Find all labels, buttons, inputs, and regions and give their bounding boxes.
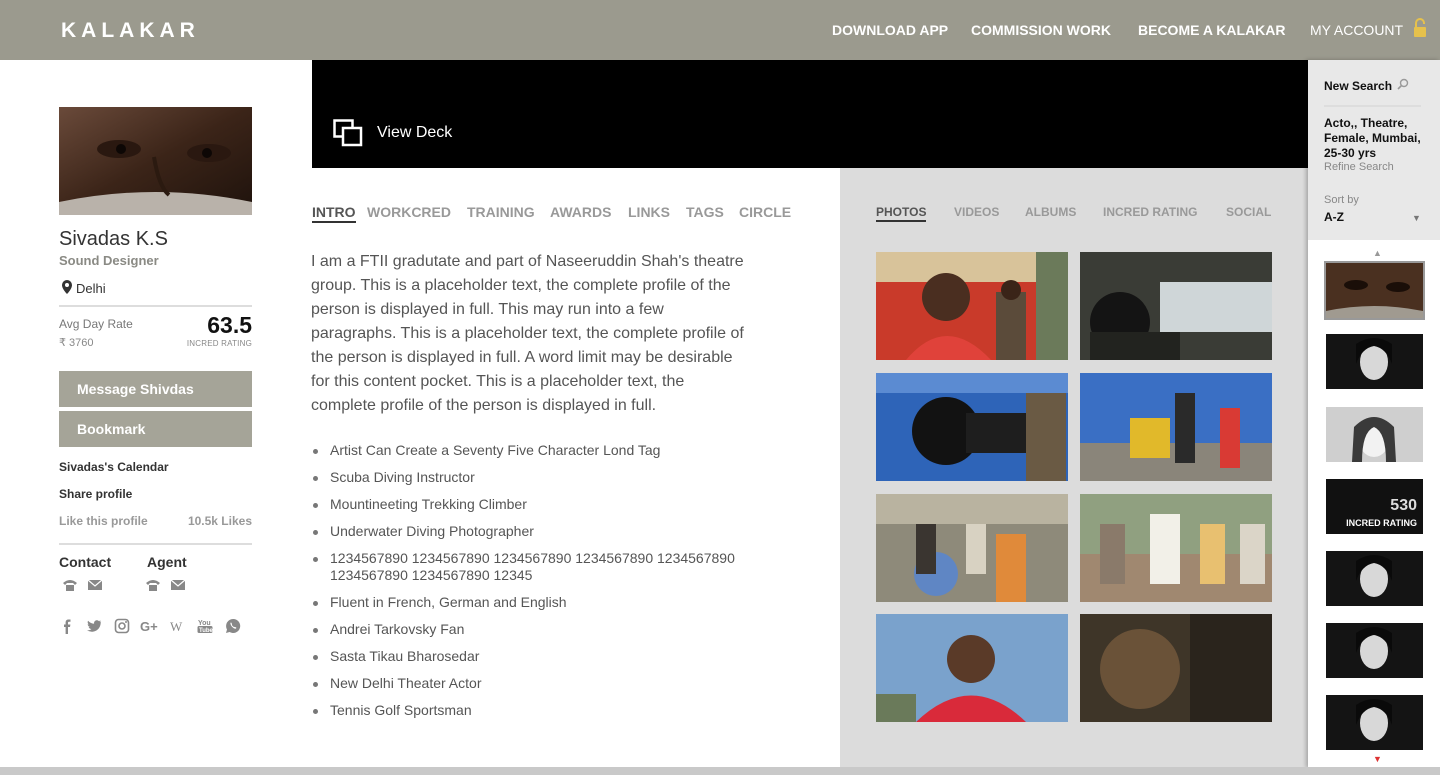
list-item: Tennis Golf Sportsman [311,702,761,719]
photo-thumbnail[interactable] [876,252,1068,360]
list-item: Sasta Tikau Bharosedar [311,648,761,665]
calendar-link[interactable]: Sivadas's Calendar [59,460,169,474]
wikipedia-icon[interactable]: W [170,618,186,634]
tab-tags[interactable]: TAGS [686,204,724,220]
svg-text:W: W [170,619,183,634]
list-item: Mountineeting Trekking Climber [311,496,761,513]
incred-rating-label: INCRED RATING [186,339,252,348]
profile-photo [59,107,252,215]
google-plus-icon[interactable]: G+ [140,618,160,634]
thumbnail-rating-value: 530 [1390,497,1417,514]
scroll-up-icon[interactable]: ▲ [1373,248,1382,258]
day-rate-value: ₹ 3760 [59,337,94,349]
tab-training[interactable]: TRAINING [467,204,535,220]
profile-location: Delhi [76,281,106,296]
logo[interactable]: KALAKAR [61,19,200,43]
divider [1324,105,1421,107]
refine-search-link[interactable]: Refine Search [1324,161,1394,173]
tag-list: Artist Can Create a Seventy Five Charact… [311,442,761,729]
agent-title: Agent [147,554,187,570]
photo-thumbnail[interactable] [876,373,1068,481]
tab-links[interactable]: LINKS [628,204,670,220]
new-search-link[interactable]: New Search [1324,79,1392,93]
result-thumbnail[interactable] [1326,623,1423,678]
mail-icon[interactable] [87,578,103,592]
sort-label: Sort by [1324,194,1359,206]
tab-awards[interactable]: AWARDS [550,204,611,220]
whatsapp-icon[interactable] [225,618,241,634]
view-deck-icon[interactable] [333,119,363,147]
tab-photos[interactable]: PHOTOS [876,205,927,222]
profile-role: Sound Designer [59,253,159,268]
photo-thumbnail[interactable] [1080,252,1272,360]
facebook-icon[interactable] [59,618,75,634]
svg-text:G+: G+ [140,619,158,634]
incred-rating-value: 63.5 [207,312,252,338]
view-deck-banner[interactable] [312,60,1308,168]
list-item: Scuba Diving Instructor [311,469,761,486]
share-profile-link[interactable]: Share profile [59,487,132,501]
phone-icon[interactable] [62,578,78,592]
result-thumbnail[interactable] [1326,334,1423,389]
bookmark-button[interactable]: Bookmark [59,411,252,447]
incred-rating-thumbnail[interactable]: 530 INCRED RATING [1326,479,1423,534]
result-thumbnail[interactable] [1326,695,1423,750]
location-pin-icon [62,280,72,294]
divider [59,543,252,545]
result-thumbnail[interactable] [1326,551,1423,606]
search-icon[interactable] [1397,78,1409,90]
tab-workcred[interactable]: WORKCRED [367,204,451,220]
tab-social[interactable]: SOCIAL [1226,205,1271,219]
list-item: Andrei Tarkovsky Fan [311,621,761,638]
chevron-down-icon[interactable]: ▼ [1412,213,1421,223]
bottom-strip [0,767,1440,775]
divider [59,305,252,307]
tab-videos[interactable]: VIDEOS [954,205,999,219]
search-criteria: Acto,, Theatre, Female, Mumbai, 25-30 yr… [1324,116,1421,160]
result-thumbnail[interactable] [1324,261,1425,320]
svg-text:You: You [198,620,211,627]
list-item: Fluent in French, German and English [311,594,761,611]
thumbnail-rating-label: INCRED RATING [1346,518,1417,528]
svg-text:Tube: Tube [199,628,213,634]
photo-thumbnail[interactable] [876,614,1068,722]
list-item: Artist Can Create a Seventy Five Charact… [311,442,761,459]
tab-intro[interactable]: INTRO [312,204,356,223]
photo-thumbnail[interactable] [876,494,1068,602]
twitter-icon[interactable] [86,618,102,634]
tab-incred-rating[interactable]: INCRED RATING [1103,205,1197,219]
profile-name: Sivadas K.S [59,228,168,250]
instagram-icon[interactable] [114,618,130,634]
result-thumbnail[interactable] [1326,407,1423,462]
photo-thumbnail[interactable] [1080,373,1272,481]
lock-icon[interactable] [1412,18,1428,38]
contact-title: Contact [59,554,112,570]
tab-albums[interactable]: ALBUMS [1025,205,1076,219]
youtube-icon[interactable]: You Tube [197,618,213,634]
list-item: New Delhi Theater Actor [311,675,761,692]
likes-count: 10.5k Likes [187,514,252,528]
agent-phone-icon[interactable] [145,578,161,592]
message-button[interactable]: Message Shivdas [59,371,252,407]
nav-my-account[interactable]: MY ACCOUNT [1310,22,1403,38]
list-item: Underwater Diving Photographer [311,523,761,540]
nav-commission-work[interactable]: COMMISSION WORK [971,22,1111,38]
photo-thumbnail[interactable] [1080,614,1272,722]
tab-circle[interactable]: CIRCLE [739,204,791,220]
like-profile-link[interactable]: Like this profile [59,514,148,528]
scroll-down-icon[interactable]: ▼ [1373,754,1382,764]
day-rate-label: Avg Day Rate [59,317,133,331]
intro-text: I am a FTII gradutate and part of Naseer… [311,253,744,414]
photo-thumbnail[interactable] [1080,494,1272,602]
view-deck-label[interactable]: View Deck [377,124,452,142]
list-item: 1234567890 1234567890 1234567890 1234567… [311,550,761,584]
agent-mail-icon[interactable] [170,578,186,592]
nav-become-a-kalakar[interactable]: BECOME A KALAKAR [1138,22,1286,38]
nav-download-app[interactable]: DOWNLOAD APP [832,22,948,38]
sort-select[interactable]: A-Z [1324,210,1424,224]
